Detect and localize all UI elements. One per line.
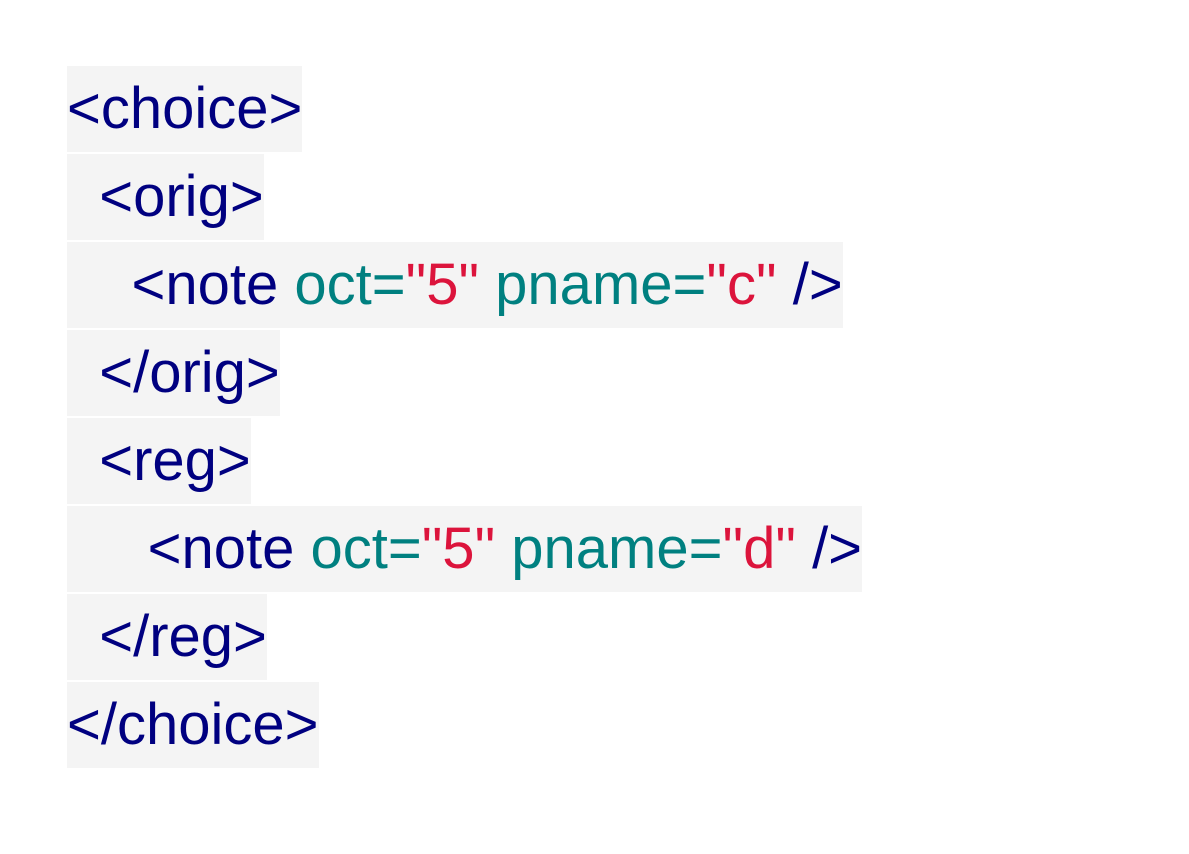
code-line-highlight: </choice> (67, 682, 319, 768)
attr-oct: oct= (310, 516, 422, 581)
code-line-orig-open: <orig> (67, 154, 1127, 240)
tag-self-close: /> (792, 252, 843, 317)
code-line-highlight: </reg> (67, 594, 267, 680)
code-line-highlight: <note oct="5" pname="c" /> (67, 242, 843, 328)
code-line-highlight: <reg> (67, 418, 251, 504)
attr-oct: oct= (294, 252, 406, 317)
value-pname: "d" (722, 516, 796, 581)
tag-reg-open: <reg> (99, 428, 251, 493)
attr-pname: pname= (511, 516, 723, 581)
code-line-choice-close: </choice> (67, 682, 1127, 768)
xml-code-block: <choice> <orig> <note oct="5" pname="c" … (67, 66, 1127, 770)
value-oct: "5" (405, 252, 480, 317)
code-line-highlight: <orig> (67, 154, 264, 240)
code-line-highlight: </orig> (67, 330, 280, 416)
code-line-reg-open: <reg> (67, 418, 1127, 504)
tag-choice-close: </choice> (67, 692, 319, 757)
tag-self-close: /> (812, 516, 863, 581)
value-pname: "c" (706, 252, 777, 317)
code-line-reg-close: </reg> (67, 594, 1127, 680)
value-oct: "5" (421, 516, 496, 581)
tag-note: <note (147, 516, 295, 581)
code-line-note-d: <note oct="5" pname="d" /> (67, 506, 1127, 592)
tag-orig-open: <orig> (99, 164, 264, 229)
code-line-choice-open: <choice> (67, 66, 1127, 152)
tag-choice-open: <choice> (67, 76, 303, 141)
tag-reg-close: </reg> (99, 604, 267, 669)
tag-note: <note (131, 252, 279, 317)
code-line-note-c: <note oct="5" pname="c" /> (67, 242, 1127, 328)
attr-pname: pname= (495, 252, 707, 317)
code-line-orig-close: </orig> (67, 330, 1127, 416)
tag-orig-close: </orig> (99, 340, 280, 405)
code-line-highlight: <choice> (67, 66, 303, 152)
code-line-highlight: <note oct="5" pname="d" /> (67, 506, 863, 592)
